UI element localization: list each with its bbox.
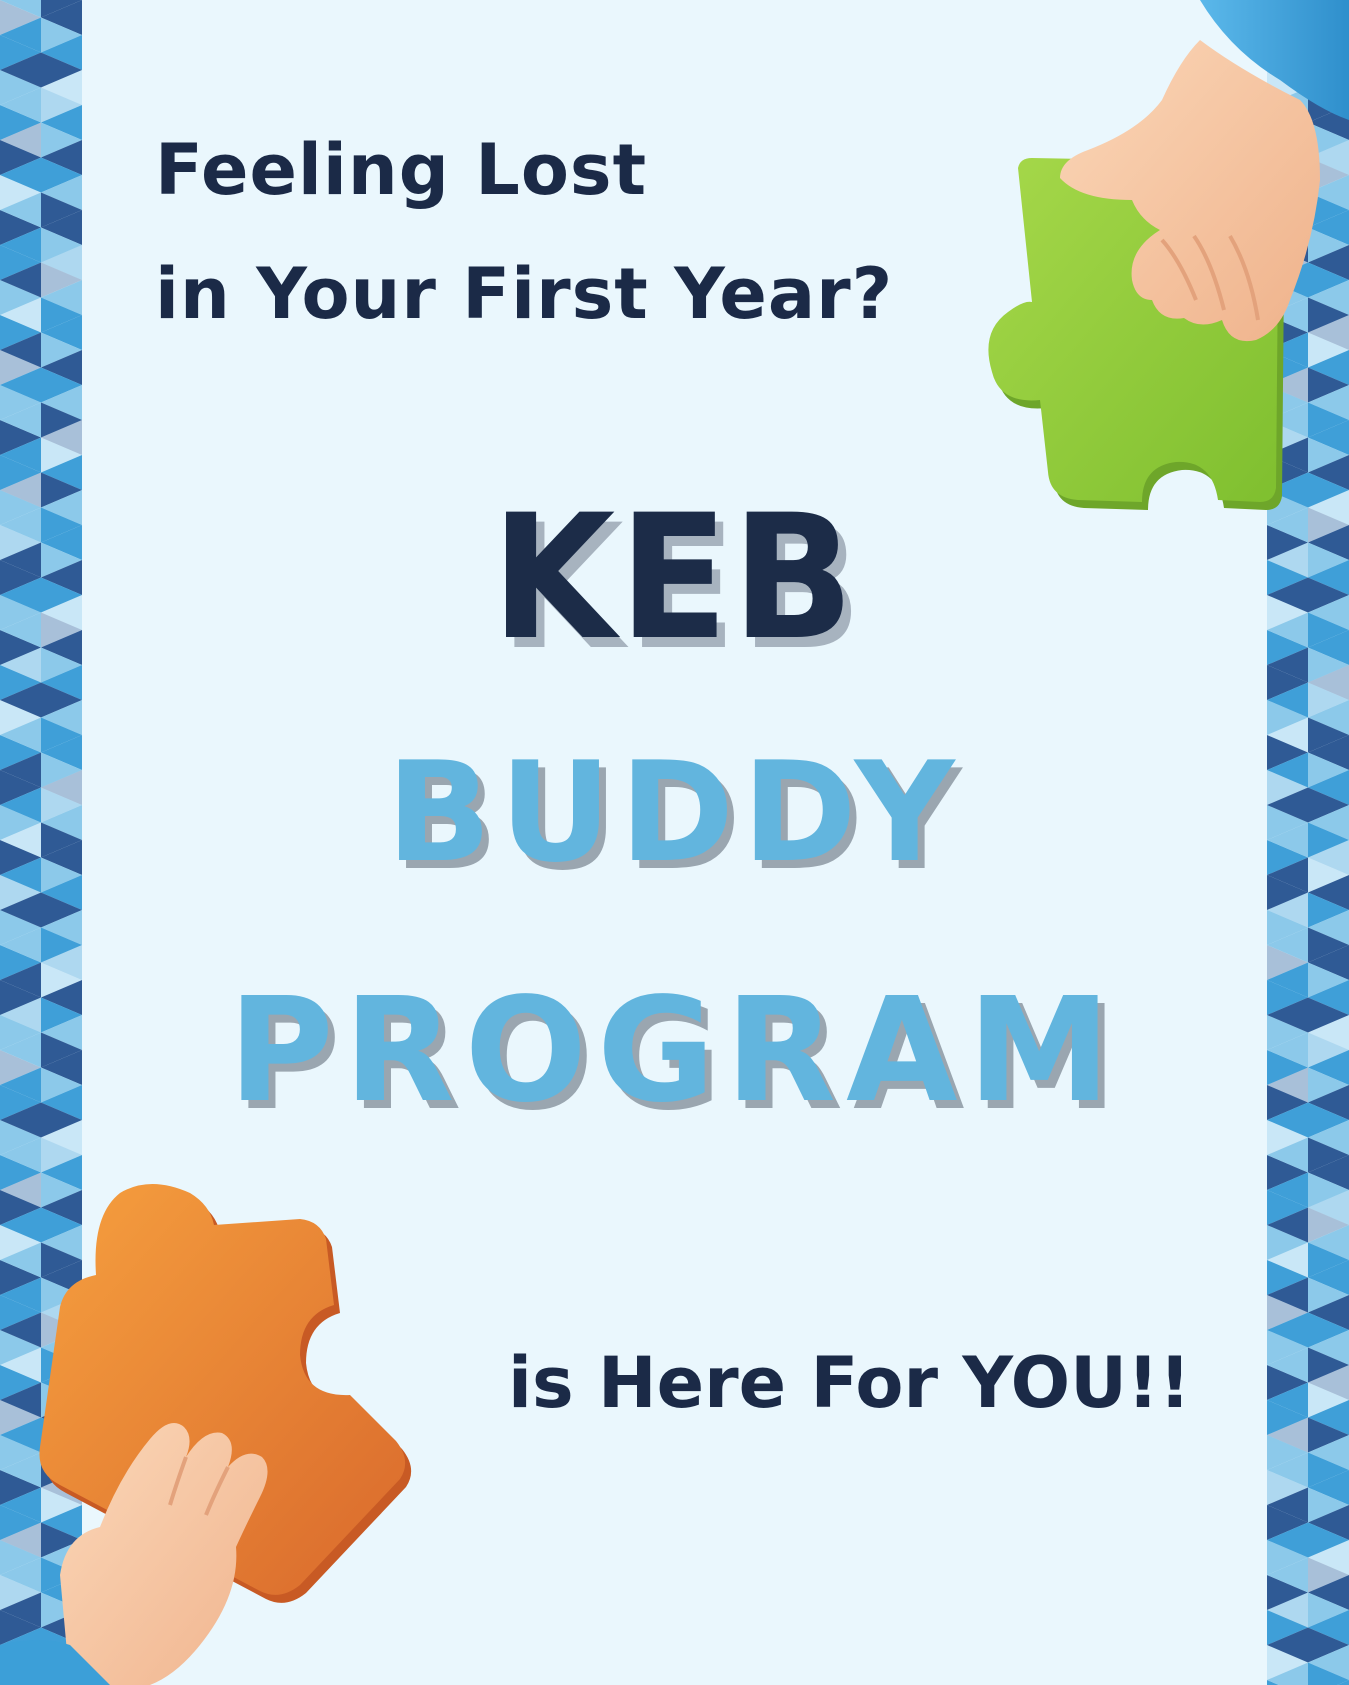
green-puzzle-hand-illustration [988,0,1349,510]
title-buddy: BUDDY [386,732,963,893]
orange-puzzle-hand-illustration [0,1184,412,1685]
tagline: is Here For YOU!! [508,1342,1191,1424]
title-keb: KEB [491,477,858,678]
headline-line-1: Feeling Lost [155,129,648,211]
headline: Feeling Lost in Your First Year? [155,108,893,356]
headline-line-2: in Your First Year? [155,253,894,335]
title-program: PROGRAM [228,966,1121,1134]
poster: Feeling Lost in Your First Year? KEB BUD… [0,0,1349,1685]
